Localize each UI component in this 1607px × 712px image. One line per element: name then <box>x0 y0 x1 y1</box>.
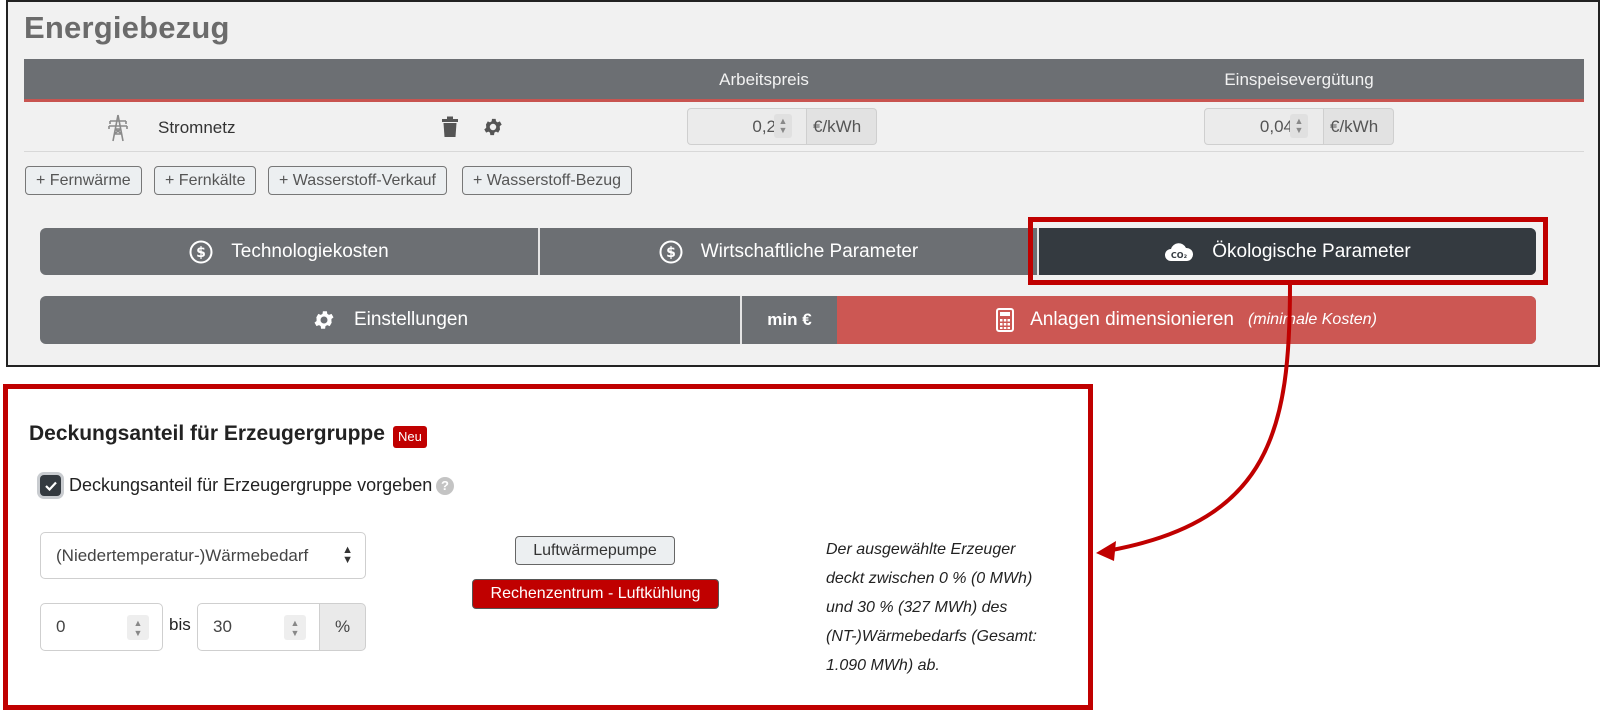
dimension-plants-button[interactable]: Anlagen dimensionieren (minimale Kosten) <box>837 296 1536 344</box>
percent-unit: % <box>320 603 366 651</box>
settings-label: Einstellungen <box>353 309 469 330</box>
checkmark-icon <box>44 481 57 491</box>
add-fernwaerme-button[interactable]: + Fernwärme <box>25 166 142 195</box>
add-wasserstoff-verkauf-button[interactable]: + Wasserstoff-Verkauf <box>268 166 447 195</box>
coverage-max-stepper[interactable]: ▲ ▼ <box>284 615 306 640</box>
optimization-mode-button[interactable]: min € <box>742 296 837 344</box>
bis-label: bis <box>169 615 191 634</box>
coverage-max-input[interactable]: 30 ▲ ▼ <box>197 603 320 651</box>
tab-oekologische-parameter[interactable]: CO₂ Ökologische Parameter <box>1039 228 1536 275</box>
settings-button[interactable]: Einstellungen <box>40 296 740 344</box>
arbeitspreis-stepper[interactable]: ▲ ▼ <box>774 114 792 138</box>
coverage-panel: Deckungsanteil für Erzeugergruppe Neu De… <box>3 384 1093 710</box>
generator-tag-luftwaermepumpe[interactable]: Luftwärmepumpe <box>515 536 675 565</box>
tab-label: Technologiekosten <box>231 240 389 262</box>
tab-label: Wirtschaftliche Parameter <box>700 240 919 262</box>
add-fernkaelte-button[interactable]: + Fernkälte <box>154 166 257 195</box>
info-line: Der ausgewählte Erzeuger <box>826 541 1016 558</box>
page-title: Energiebezug <box>24 10 230 45</box>
gear-icon[interactable] <box>482 116 504 138</box>
column-header-arbeitspreis: Arbeitspreis <box>719 70 809 89</box>
coverage-checkbox[interactable] <box>40 475 61 496</box>
info-line: 1.090 MWh) ab. <box>826 657 940 674</box>
co2-cloud-icon: CO₂ <box>1165 242 1194 261</box>
section-title: Deckungsanteil für Erzeugergruppe <box>29 422 385 445</box>
coverage-checkbox-label: Deckungsanteil für Erzeugergruppe vorgeb… <box>69 475 433 495</box>
dimension-note: (minimale Kosten) <box>1247 311 1377 328</box>
trash-icon[interactable] <box>441 116 459 138</box>
info-line: und 30 % (327 MWh) des <box>826 599 1008 616</box>
select-caret-icon: ▲ ▼ <box>342 544 353 566</box>
einspeise-stepper[interactable]: ▲ ▼ <box>1290 114 1308 138</box>
coverage-min-input[interactable]: 0 ▲ ▼ <box>40 603 163 651</box>
tab-label: Ökologische Parameter <box>1212 240 1411 262</box>
coverage-min-value: 0 <box>56 617 66 636</box>
einspeise-unit: €/kWh <box>1324 108 1394 145</box>
svg-text:$: $ <box>196 245 206 261</box>
action-bar: Einstellungen min € Anlagen dimensionier… <box>40 296 1536 344</box>
info-line: (NT-)Wärmebedarfs (Gesamt: <box>826 628 1037 645</box>
table-header: Arbeitspreis Einspeisevergütung <box>24 59 1584 102</box>
power-pylon-icon <box>108 114 128 142</box>
svg-text:CO₂: CO₂ <box>1171 251 1188 260</box>
calculator-icon <box>996 308 1015 332</box>
tab-technologiekosten[interactable]: $ Technologiekosten <box>40 228 538 275</box>
coverage-max-value: 30 <box>213 617 232 636</box>
generator-tag-rechenzentrum[interactable]: Rechenzentrum - Luftkühlung <box>472 579 719 609</box>
demand-select-value: (Niedertemperatur-)Wärmebedarf <box>56 546 309 565</box>
info-line: deckt zwischen 0 % (0 MWh) <box>826 570 1033 587</box>
gear-icon <box>314 311 334 329</box>
dollar-circle-icon: $ <box>659 240 683 263</box>
demand-select[interactable]: (Niedertemperatur-)Wärmebedarf ▲ ▼ <box>40 532 366 579</box>
help-icon[interactable]: ? <box>436 477 454 495</box>
parameter-tab-bar: $ Technologiekosten $ Wirtschaftliche Pa… <box>40 228 1536 275</box>
coverage-min-stepper[interactable]: ▲ ▼ <box>127 615 149 640</box>
column-header-einspeiseverguetung: Einspeisevergütung <box>1224 70 1374 89</box>
dollar-circle-icon: $ <box>189 240 213 263</box>
source-name: Stromnetz <box>158 118 236 137</box>
coverage-info-text: Der ausgewählte Erzeuger deckt zwischen … <box>826 535 1076 680</box>
table-row-stromnetz: Stromnetz 0,2 ▲ ▼ €/kWh 0,04 ▲ ▼ €/kWh <box>24 105 1584 152</box>
add-wasserstoff-bezug-button[interactable]: + Wasserstoff-Bezug <box>462 166 633 195</box>
new-badge: Neu <box>393 426 427 448</box>
svg-text:$: $ <box>666 245 676 261</box>
dimension-label: Anlagen dimensionieren <box>1030 309 1234 330</box>
arbeitspreis-unit: €/kWh <box>807 108 877 145</box>
tab-wirtschaftliche-parameter[interactable]: $ Wirtschaftliche Parameter <box>540 228 1037 275</box>
